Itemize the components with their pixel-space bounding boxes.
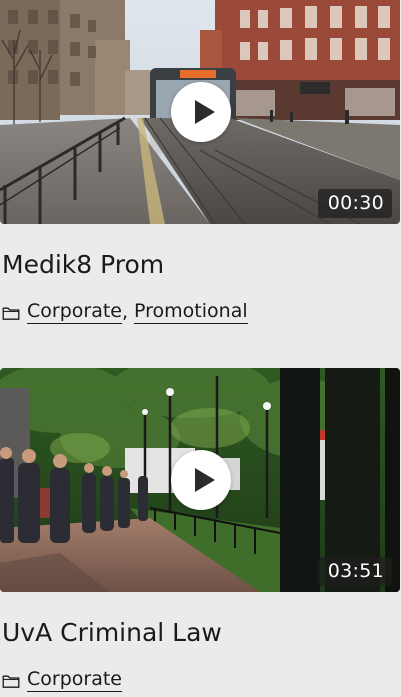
video-title[interactable]: UvA Criminal Law (2, 618, 222, 647)
video-title[interactable]: Medik8 Prom (2, 250, 164, 279)
video-card: 03:51 UvA Criminal Law Corporate (0, 368, 401, 692)
duration-badge: 03:51 (317, 557, 392, 586)
duration-badge: 00:30 (317, 189, 392, 218)
category-separator: , (121, 301, 129, 323)
category-link-corporate[interactable]: Corporate (27, 668, 122, 692)
video-thumbnail[interactable]: 03:51 (0, 368, 400, 592)
category-link-promotional[interactable]: Promotional (134, 300, 248, 324)
play-icon[interactable] (171, 82, 231, 142)
folder-icon (2, 675, 20, 688)
video-thumbnail[interactable]: 00:30 (0, 0, 400, 224)
video-card: 00:30 Medik8 Prom Corporate, Promotional (0, 0, 401, 324)
play-icon[interactable] (171, 450, 231, 510)
category-link-corporate[interactable]: Corporate (27, 300, 122, 324)
folder-icon (2, 307, 20, 320)
video-categories: Corporate (2, 668, 122, 692)
video-categories: Corporate, Promotional (2, 300, 248, 324)
